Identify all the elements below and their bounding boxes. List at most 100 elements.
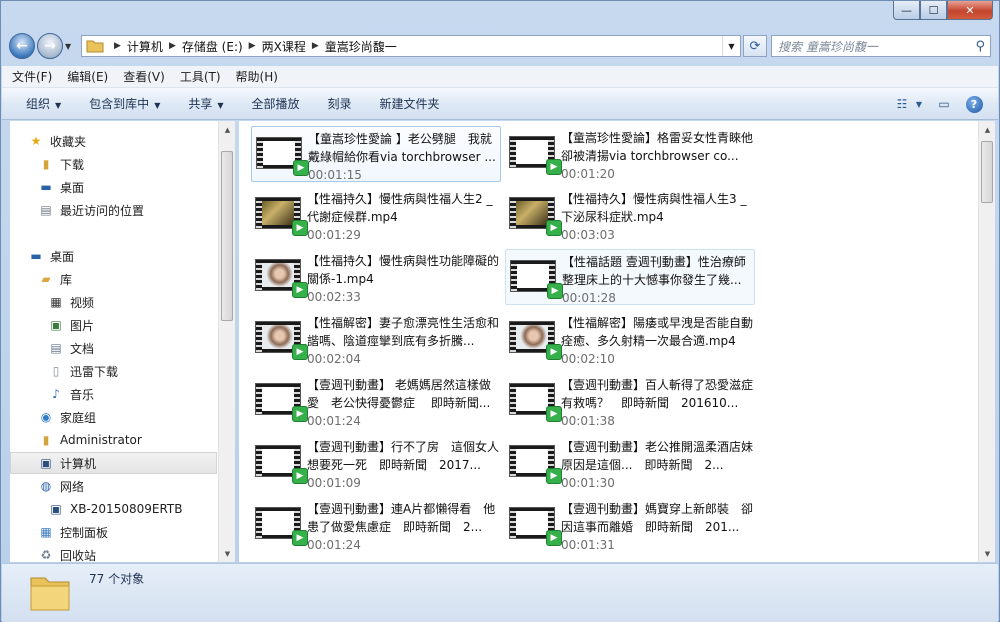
nav-control-panel[interactable]: ▦ 控制面板 bbox=[38, 521, 108, 543]
maximize-button[interactable]: ☐ bbox=[920, 1, 947, 20]
share-button[interactable]: 共享 ▼ bbox=[188, 95, 223, 112]
play-badge-icon: ▶ bbox=[292, 468, 308, 484]
nav-administrator[interactable]: ▮ Administrator bbox=[38, 429, 142, 451]
nav-recent-places[interactable]: ▤ 最近访问的位置 bbox=[38, 199, 144, 221]
file-item[interactable]: ▶【壹週刊動畫】 bbox=[505, 559, 755, 562]
file-item[interactable]: ▶ 【壹週刊動畫】老公推開溫柔酒店妹 原因是這個... 即時新聞 2... 00:0… bbox=[505, 435, 755, 491]
new-folder-button[interactable]: 新建文件夹 bbox=[380, 95, 440, 112]
menu-file[interactable]: 文件(F) bbox=[12, 68, 52, 85]
nav-pictures[interactable]: ▣ 图片 bbox=[48, 314, 94, 336]
nav-videos[interactable]: ▦ 视频 bbox=[48, 291, 94, 313]
video-thumbnail: ▶ bbox=[255, 321, 308, 360]
breadcrumb-computer[interactable]: 计算机 bbox=[127, 38, 163, 55]
nav-downloads[interactable]: ▮ 下载 bbox=[38, 153, 84, 175]
breadcrumb-course-folder[interactable]: 两X课程 bbox=[262, 38, 306, 55]
documents-library-icon: ▤ bbox=[50, 341, 62, 355]
scroll-down-icon[interactable]: ▼ bbox=[979, 545, 995, 562]
recent-pages-dropdown[interactable]: ▼ bbox=[65, 42, 77, 51]
minimize-button[interactable]: — bbox=[893, 1, 920, 20]
file-item[interactable]: ▶ 【性福解密】陽痿或早洩是否能自動痊癒、多久射精一次最合適.mp4 00:02:1… bbox=[505, 311, 755, 367]
forward-button[interactable]: → bbox=[37, 33, 63, 59]
scroll-down-icon[interactable]: ▼ bbox=[219, 545, 235, 562]
file-item[interactable]: ▶ 【壹週刊動畫】連A片都懶得看 他患了做愛焦慮症 即時新聞 2... 00:01:… bbox=[251, 497, 501, 553]
play-badge-icon: ▶ bbox=[546, 530, 562, 546]
nav-libraries[interactable]: ▰ 库 bbox=[38, 268, 72, 290]
navigation-scroll-thumb[interactable] bbox=[221, 151, 233, 321]
chevron-right-icon[interactable]: ▶ bbox=[169, 41, 176, 51]
file-item[interactable]: ▶ 【性福解密】妻子愈漂亮性生活愈和諧嗎、陰道痙攣到底有多折騰... 00:02:0… bbox=[251, 311, 501, 367]
file-item[interactable]: ▶ 【壹週刊動畫】媽寶穿上新郎裝 卻因這事而離婚 即時新聞 201... 00:01… bbox=[505, 497, 755, 553]
file-item[interactable]: ▶ 【壹週刊動畫】百人斬得了恐愛滋症有救嗎？ 即時新聞 201610... 00:0… bbox=[505, 373, 755, 429]
nav-music[interactable]: ♪ 音乐 bbox=[48, 383, 94, 405]
play-badge-icon: ▶ bbox=[292, 282, 308, 298]
nav-network[interactable]: ◍ 网络 bbox=[38, 475, 84, 497]
search-icon[interactable]: ⚲ bbox=[975, 39, 985, 54]
file-item[interactable]: ▶【壹週刊動畫】 bbox=[251, 559, 501, 562]
organize-label: 组织 bbox=[26, 97, 51, 111]
file-duration: 00:03:03 bbox=[561, 228, 615, 242]
nav-xunlei-downloads[interactable]: ▯ 迅雷下载 bbox=[48, 360, 118, 382]
menu-help[interactable]: 帮助(H) bbox=[236, 68, 278, 85]
nav-desktop[interactable]: ▬ 桌面 bbox=[28, 245, 74, 267]
navigation-scrollbar[interactable]: ▲ ▼ bbox=[218, 121, 235, 562]
file-item[interactable]: ▶ 【性福話題 壹週刊動畫】性治療師整理床上的十大憾事你發生了幾... 00:01:… bbox=[505, 249, 755, 305]
help-button[interactable]: ? bbox=[964, 94, 984, 114]
video-thumbnail: ▶ bbox=[509, 197, 562, 236]
file-item[interactable]: ▶ 【童嵩珍性愛論 】老公劈腿 我就戴綠帽給你看via torchbrowser … bbox=[251, 126, 501, 182]
include-in-library-button[interactable]: 包含到库中 ▼ bbox=[89, 95, 160, 112]
recycle-bin-icon: ♻ bbox=[40, 548, 52, 562]
video-frame bbox=[262, 263, 294, 287]
video-library-icon: ▦ bbox=[50, 295, 62, 309]
view-dropdown-icon[interactable]: ▼ bbox=[914, 94, 924, 114]
play-all-button[interactable]: 全部播放 bbox=[252, 95, 300, 112]
file-item[interactable]: ▶ 【性福持久】慢性病與性福人生2 _代謝症候群.mp4 00:01:29 bbox=[251, 187, 501, 243]
file-item[interactable]: ▶ 【壹週刊動畫】 老媽媽居然這樣做愛 老公快得憂鬱症 即時新聞... 00:01:… bbox=[251, 373, 501, 429]
video-thumbnail: ▶ bbox=[255, 383, 308, 422]
address-bar[interactable]: ▶ 计算机 ▶ 存储盘 (E:) ▶ 两X课程 ▶ 童嵩珍尚馥一 ▼ bbox=[81, 35, 741, 57]
file-name: 【性福持久】慢性病與性功能障礙的關係-1.mp4 bbox=[307, 254, 500, 286]
file-item[interactable]: ▶ 【壹週刊動畫】行不了房 這個女人想要死一死 即時新聞 2017... 00:01… bbox=[251, 435, 501, 491]
file-name: 【性福持久】慢性病與性福人生2 _代謝症候群.mp4 bbox=[307, 192, 493, 224]
scroll-up-icon[interactable]: ▲ bbox=[979, 121, 995, 138]
nav-network-pc[interactable]: ▣ XB-20150809ERTB bbox=[48, 498, 182, 520]
preview-pane-icon[interactable]: ▭ bbox=[934, 94, 954, 114]
back-button[interactable]: ← bbox=[9, 33, 35, 59]
nav-homegroup-label: 家庭组 bbox=[60, 410, 97, 425]
view-options-icon[interactable]: ☷ bbox=[892, 94, 912, 114]
video-frame bbox=[262, 449, 294, 473]
menu-view[interactable]: 查看(V) bbox=[123, 68, 165, 85]
nav-documents[interactable]: ▤ 文档 bbox=[48, 337, 94, 359]
nav-homegroup[interactable]: ◉ 家庭组 bbox=[38, 406, 96, 428]
chevron-right-icon[interactable]: ▶ bbox=[114, 41, 121, 51]
desktop-icon: ▬ bbox=[30, 249, 42, 263]
chevron-right-icon[interactable]: ▶ bbox=[249, 41, 256, 51]
search-input[interactable]: 搜索 童嵩珍尚馥一 ⚲ bbox=[771, 35, 991, 57]
file-list-scrollbar[interactable]: ▲ ▼ bbox=[978, 121, 995, 562]
breadcrumb-drive[interactable]: 存储盘 (E:) bbox=[182, 38, 243, 55]
video-thumbnail: ▶ bbox=[510, 260, 563, 299]
nav-favorites[interactable]: ★ 收藏夹 bbox=[28, 130, 86, 152]
menu-tools[interactable]: 工具(T) bbox=[180, 68, 221, 85]
file-item[interactable]: ▶ 【性福持久】慢性病與性福人生3 _下泌尿科症狀.mp4 00:03:03 bbox=[505, 187, 755, 243]
close-button[interactable]: ✕ bbox=[947, 1, 993, 20]
chevron-right-icon[interactable]: ▶ bbox=[312, 41, 319, 51]
menu-edit[interactable]: 编辑(E) bbox=[67, 68, 108, 85]
file-duration: 00:01:28 bbox=[562, 291, 616, 304]
dropdown-arrow-icon: ▼ bbox=[55, 101, 62, 110]
file-list-scroll-thumb[interactable] bbox=[981, 141, 993, 203]
address-history-dropdown[interactable]: ▼ bbox=[722, 36, 740, 56]
scroll-up-icon[interactable]: ▲ bbox=[219, 121, 235, 138]
file-name: 【童嵩珍性愛論】格雷妥女性青睞他卻被清揚via torchbrowser co.… bbox=[561, 131, 754, 163]
breadcrumb-current-folder[interactable]: 童嵩珍尚馥一 bbox=[325, 38, 397, 55]
folder-icon bbox=[86, 40, 104, 53]
file-item[interactable]: ▶ 【童嵩珍性愛論】格雷妥女性青睞他卻被清揚via torchbrowser co… bbox=[505, 126, 755, 182]
burn-button[interactable]: 刻录 bbox=[328, 95, 352, 112]
nav-computer[interactable]: ▣ 计算机 bbox=[10, 452, 217, 474]
organize-button[interactable]: 组织 ▼ bbox=[26, 95, 61, 112]
refresh-button[interactable]: ⟳ bbox=[743, 35, 767, 57]
nav-recycle-bin[interactable]: ♻ 回收站 bbox=[38, 544, 96, 562]
nav-desktop-favorite[interactable]: ▬ 桌面 bbox=[38, 176, 84, 198]
file-name: 【性福持久】慢性病與性福人生3 _下泌尿科症狀.mp4 bbox=[561, 192, 747, 224]
file-item[interactable]: ▶ 【性福持久】慢性病與性功能障礙的關係-1.mp4 00:02:33 bbox=[251, 249, 501, 305]
search-placeholder: 搜索 童嵩珍尚馥一 bbox=[778, 39, 878, 54]
